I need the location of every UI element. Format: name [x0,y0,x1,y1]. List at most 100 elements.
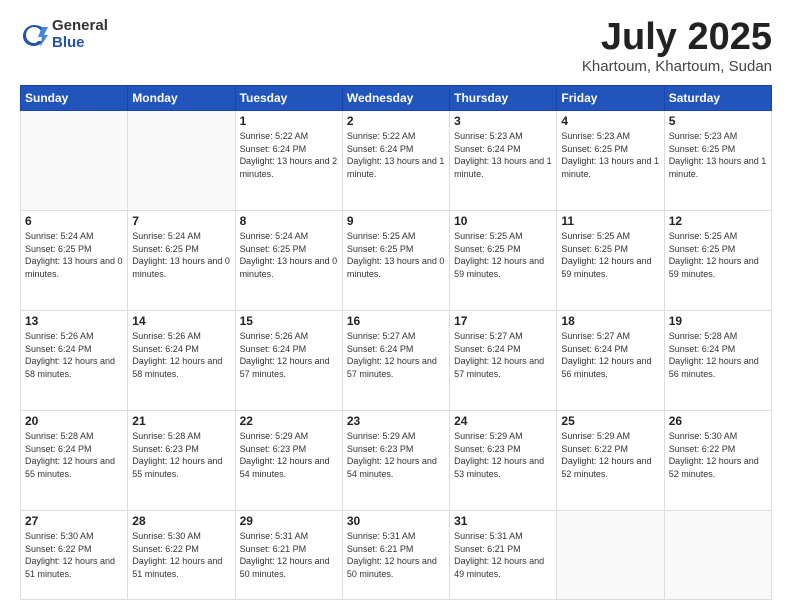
title-block: July 2025 Khartoum, Khartoum, Sudan [582,18,772,75]
day-number: 21 [132,414,230,428]
table-row [664,511,771,600]
table-row: 26 Sunrise: 5:30 AM Sunset: 6:22 PM Dayli… [664,411,771,511]
day-number: 17 [454,314,552,328]
day-number: 10 [454,214,552,228]
cell-info: Sunrise: 5:30 AM Sunset: 6:22 PM Dayligh… [669,430,767,480]
cell-info: Sunrise: 5:30 AM Sunset: 6:22 PM Dayligh… [25,530,123,580]
table-row: 16 Sunrise: 5:27 AM Sunset: 6:24 PM Dayli… [342,311,449,411]
table-row: 2Sunrise: 5:22 AM Sunset: 6:24 PM Daylig… [342,111,449,211]
day-number: 7 [132,214,230,228]
day-number: 11 [561,214,659,228]
table-row: 22 Sunrise: 5:29 AM Sunset: 6:23 PM Dayli… [235,411,342,511]
table-row: 31 Sunrise: 5:31 AM Sunset: 6:21 PM Dayli… [450,511,557,600]
day-number: 13 [25,314,123,328]
cell-info: Sunrise: 5:26 AM Sunset: 6:24 PM Dayligh… [240,330,338,380]
cell-info: Sunrise: 5:24 AM Sunset: 6:25 PM Dayligh… [132,230,230,280]
table-row [128,111,235,211]
cell-info: Sunrise: 5:31 AM Sunset: 6:21 PM Dayligh… [240,530,338,580]
logo: General Blue [20,18,108,51]
table-row: 25 Sunrise: 5:29 AM Sunset: 6:22 PM Dayli… [557,411,664,511]
cell-info: Sunrise: 5:25 AM Sunset: 6:25 PM Dayligh… [454,230,552,280]
day-number: 3 [454,114,552,128]
table-row: 27 Sunrise: 5:30 AM Sunset: 6:22 PM Dayli… [21,511,128,600]
day-number: 16 [347,314,445,328]
day-number: 24 [454,414,552,428]
day-number: 30 [347,514,445,528]
day-number: 23 [347,414,445,428]
day-number: 20 [25,414,123,428]
table-row: 6Sunrise: 5:24 AM Sunset: 6:25 PM Daylig… [21,211,128,311]
logo-text: General Blue [52,18,108,51]
table-row: 17 Sunrise: 5:27 AM Sunset: 6:24 PM Dayli… [450,311,557,411]
cell-info: Sunrise: 5:25 AM Sunset: 6:25 PM Dayligh… [669,230,767,280]
cell-info: Sunrise: 5:27 AM Sunset: 6:24 PM Dayligh… [347,330,445,380]
cell-info: Sunrise: 5:22 AM Sunset: 6:24 PM Dayligh… [240,130,338,180]
cell-info: Sunrise: 5:31 AM Sunset: 6:21 PM Dayligh… [454,530,552,580]
day-number: 14 [132,314,230,328]
day-number: 22 [240,414,338,428]
table-row: 29 Sunrise: 5:31 AM Sunset: 6:21 PM Dayli… [235,511,342,600]
cell-info: Sunrise: 5:23 AM Sunset: 6:25 PM Dayligh… [669,130,767,180]
cell-info: Sunrise: 5:29 AM Sunset: 6:23 PM Dayligh… [454,430,552,480]
calendar-header-row: Sunday Monday Tuesday Wednesday Thursday… [21,86,772,111]
table-row: 12 Sunrise: 5:25 AM Sunset: 6:25 PM Dayli… [664,211,771,311]
cell-info: Sunrise: 5:24 AM Sunset: 6:25 PM Dayligh… [25,230,123,280]
table-row: 18 Sunrise: 5:27 AM Sunset: 6:24 PM Dayli… [557,311,664,411]
header: General Blue July 2025 Khartoum, Khartou… [20,18,772,75]
table-row: 13Sunrise: 5:26 AM Sunset: 6:24 PM Dayli… [21,311,128,411]
title-location: Khartoum, Khartoum, Sudan [582,58,772,75]
table-row: 23 Sunrise: 5:29 AM Sunset: 6:23 PM Dayli… [342,411,449,511]
table-row: 3 Sunrise: 5:23 AM Sunset: 6:24 PM Daylig… [450,111,557,211]
page: General Blue July 2025 Khartoum, Khartou… [0,0,792,612]
title-month: July 2025 [582,18,772,56]
cell-info: Sunrise: 5:31 AM Sunset: 6:21 PM Dayligh… [347,530,445,580]
cell-info: Sunrise: 5:28 AM Sunset: 6:24 PM Dayligh… [669,330,767,380]
table-row: 4Sunrise: 5:23 AM Sunset: 6:25 PM Daylig… [557,111,664,211]
table-row: 24 Sunrise: 5:29 AM Sunset: 6:23 PM Dayli… [450,411,557,511]
day-number: 25 [561,414,659,428]
table-row: 1Sunrise: 5:22 AM Sunset: 6:24 PM Daylig… [235,111,342,211]
table-row: 9 Sunrise: 5:25 AM Sunset: 6:25 PM Daylig… [342,211,449,311]
table-row: 20 Sunrise: 5:28 AM Sunset: 6:24 PM Dayli… [21,411,128,511]
cell-info: Sunrise: 5:25 AM Sunset: 6:25 PM Dayligh… [347,230,445,280]
table-row [21,111,128,211]
day-number: 18 [561,314,659,328]
day-number: 29 [240,514,338,528]
day-number: 27 [25,514,123,528]
header-sunday: Sunday [21,86,128,111]
day-number: 12 [669,214,767,228]
table-row: 5 Sunrise: 5:23 AM Sunset: 6:25 PM Daylig… [664,111,771,211]
table-row: 15 Sunrise: 5:26 AM Sunset: 6:24 PM Dayli… [235,311,342,411]
logo-general: General [52,18,108,35]
calendar-table: Sunday Monday Tuesday Wednesday Thursday… [20,85,772,600]
header-saturday: Saturday [664,86,771,111]
cell-info: Sunrise: 5:23 AM Sunset: 6:25 PM Dayligh… [561,130,659,180]
day-number: 26 [669,414,767,428]
cell-info: Sunrise: 5:28 AM Sunset: 6:24 PM Dayligh… [25,430,123,480]
cell-info: Sunrise: 5:22 AM Sunset: 6:24 PM Dayligh… [347,130,445,180]
logo-icon [20,21,48,49]
day-number: 8 [240,214,338,228]
day-number: 9 [347,214,445,228]
cell-info: Sunrise: 5:26 AM Sunset: 6:24 PM Dayligh… [132,330,230,380]
cell-info: Sunrise: 5:29 AM Sunset: 6:22 PM Dayligh… [561,430,659,480]
cell-info: Sunrise: 5:29 AM Sunset: 6:23 PM Dayligh… [240,430,338,480]
header-monday: Monday [128,86,235,111]
day-number: 15 [240,314,338,328]
table-row: 8 Sunrise: 5:24 AM Sunset: 6:25 PM Daylig… [235,211,342,311]
table-row: 10 Sunrise: 5:25 AM Sunset: 6:25 PM Dayli… [450,211,557,311]
table-row: 11Sunrise: 5:25 AM Sunset: 6:25 PM Dayli… [557,211,664,311]
day-number: 31 [454,514,552,528]
cell-info: Sunrise: 5:29 AM Sunset: 6:23 PM Dayligh… [347,430,445,480]
cell-info: Sunrise: 5:28 AM Sunset: 6:23 PM Dayligh… [132,430,230,480]
cell-info: Sunrise: 5:27 AM Sunset: 6:24 PM Dayligh… [454,330,552,380]
header-friday: Friday [557,86,664,111]
cell-info: Sunrise: 5:23 AM Sunset: 6:24 PM Dayligh… [454,130,552,180]
table-row: 19Sunrise: 5:28 AM Sunset: 6:24 PM Dayli… [664,311,771,411]
cell-info: Sunrise: 5:27 AM Sunset: 6:24 PM Dayligh… [561,330,659,380]
day-number: 5 [669,114,767,128]
logo-blue: Blue [52,35,108,52]
table-row [557,511,664,600]
cell-info: Sunrise: 5:24 AM Sunset: 6:25 PM Dayligh… [240,230,338,280]
table-row: 21 Sunrise: 5:28 AM Sunset: 6:23 PM Dayli… [128,411,235,511]
